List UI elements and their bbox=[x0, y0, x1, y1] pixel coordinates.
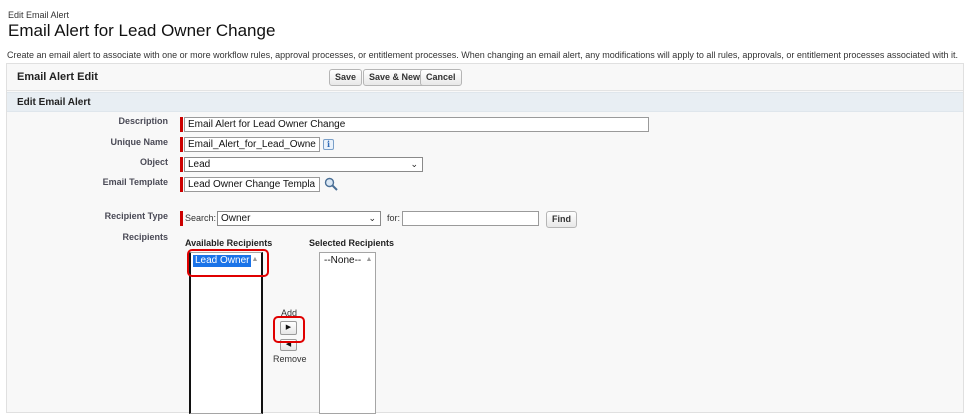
available-recipients-heading: Available Recipients bbox=[185, 238, 273, 248]
panel-title: Email Alert Edit bbox=[17, 71, 98, 83]
object-label: Object bbox=[139, 157, 168, 167]
save-button[interactable]: Save bbox=[329, 69, 363, 86]
chevron-down-icon: ⌄ bbox=[410, 159, 418, 169]
recipient-search-input[interactable] bbox=[402, 211, 539, 226]
unique-name-label: Unique Name bbox=[110, 137, 168, 147]
description-label: Description bbox=[118, 116, 168, 126]
for-label: for: bbox=[387, 213, 401, 223]
cancel-button[interactable]: Cancel bbox=[420, 69, 462, 86]
email-alert-edit-panel: Email Alert Edit Save Save & New Cancel … bbox=[6, 63, 964, 414]
panel-header: Email Alert Edit Save Save & New Cancel bbox=[7, 64, 963, 91]
section-header: Edit Email Alert bbox=[7, 92, 963, 112]
recipient-type-select[interactable]: Owner ⌄ bbox=[217, 211, 381, 226]
required-marker bbox=[180, 177, 183, 192]
object-select[interactable]: Lead ⌄ bbox=[184, 157, 423, 172]
required-marker bbox=[180, 157, 183, 172]
email-template-input[interactable]: Lead Owner Change Templa bbox=[184, 177, 320, 192]
remove-label: Remove bbox=[273, 354, 307, 364]
object-select-value: Lead bbox=[188, 159, 211, 170]
recipients-label: Recipients bbox=[122, 232, 168, 242]
required-marker bbox=[180, 117, 183, 132]
page-header: Edit Email Alert Email Alert for Lead Ow… bbox=[8, 10, 275, 41]
section-title: Edit Email Alert bbox=[17, 97, 91, 108]
search-label: Search: bbox=[185, 213, 217, 223]
selected-recipients-heading: Selected Recipients bbox=[309, 238, 395, 248]
required-marker bbox=[180, 211, 183, 226]
unique-name-input[interactable]: Email_Alert_for_Lead_Owne bbox=[184, 137, 320, 152]
required-marker bbox=[180, 137, 183, 152]
scroll-up-icon[interactable]: ▲ bbox=[364, 254, 374, 266]
recipient-type-label: Recipient Type bbox=[104, 211, 168, 221]
chevron-down-icon: ⌄ bbox=[368, 213, 376, 223]
breadcrumb: Edit Email Alert bbox=[8, 10, 70, 20]
page-title: Email Alert for Lead Owner Change bbox=[8, 21, 276, 40]
annotation-highlight bbox=[273, 316, 305, 343]
annotation-highlight bbox=[187, 249, 269, 277]
page-description: Create an email alert to associate with … bbox=[7, 50, 958, 60]
save-and-new-button[interactable]: Save & New bbox=[363, 69, 427, 86]
email-template-label: Email Template bbox=[102, 177, 168, 187]
find-button[interactable]: Find bbox=[546, 211, 577, 228]
selected-recipients-list[interactable]: --None-- ▲ bbox=[319, 252, 376, 414]
recipient-type-select-value: Owner bbox=[221, 213, 251, 224]
description-input[interactable]: Email Alert for Lead Owner Change bbox=[184, 117, 649, 132]
info-icon[interactable]: i bbox=[323, 139, 334, 150]
list-item[interactable]: --None-- bbox=[322, 255, 363, 267]
lookup-icon[interactable] bbox=[324, 177, 338, 191]
